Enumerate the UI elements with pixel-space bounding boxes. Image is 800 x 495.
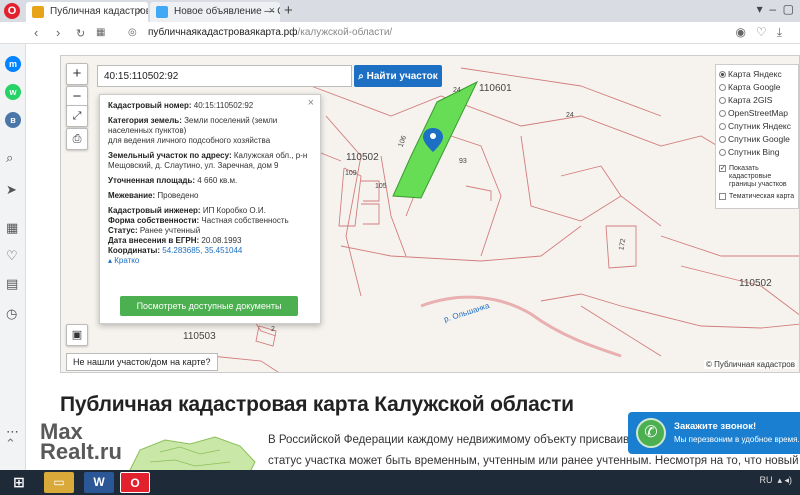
history-icon[interactable]: ◷ bbox=[6, 306, 17, 322]
tab-new-ad[interactable]: Новое объявление — Об × bbox=[150, 2, 280, 22]
parcel-info-card: × Кадастровый номер: 40:15:110502:92 Кат… bbox=[99, 94, 321, 324]
browser-tab-bar: O Публичная кадастровая к × Новое объявл… bbox=[0, 0, 800, 22]
watermark-logo: Max Realt.ru bbox=[40, 419, 122, 464]
layer-google-map[interactable]: Карта Google bbox=[719, 82, 795, 95]
speed-dial-icon[interactable]: ▦ bbox=[96, 27, 105, 38]
land-use: для ведения личного подсобного хозяйства bbox=[108, 136, 271, 145]
new-tab-button[interactable]: + bbox=[284, 2, 293, 19]
view-documents-button[interactable]: Посмотреть доступные документы bbox=[120, 296, 298, 316]
address-bar: ‹ › ↻ ▦ ◎ публичнаякадастроваякарта.рф/к… bbox=[0, 22, 800, 44]
file-explorer-icon[interactable]: ▭ bbox=[44, 472, 74, 493]
callback-subtitle: Мы перезвоним в удобное время. bbox=[674, 435, 800, 444]
map-favicon-icon bbox=[32, 6, 44, 18]
layer-yandex-satellite[interactable]: Спутник Яндекс bbox=[719, 121, 795, 134]
parcel-area: 4 660 кв.м. bbox=[197, 176, 238, 185]
print-icon[interactable]: ⎙ bbox=[66, 128, 88, 150]
search-icon: ⌕ bbox=[358, 70, 364, 82]
system-tray: RU ▴ ◂) bbox=[759, 475, 792, 485]
tab-title: Новое объявление — Об bbox=[174, 6, 280, 17]
show-borders-checkbox[interactable]: ✓ Показать кадастровые границы участков bbox=[719, 165, 795, 189]
scroll-up-icon[interactable]: ⌃ bbox=[5, 436, 16, 452]
intro-paragraph-line: статус участка может быть временным, учт… bbox=[268, 455, 800, 467]
close-tab-icon[interactable]: × bbox=[269, 5, 275, 17]
download-icon: ⤓ bbox=[776, 25, 792, 39]
word-icon[interactable]: W bbox=[84, 472, 114, 493]
browser-sidebar: m w в ⌕ ➤ ▦ ♡ ▤ ◷ ⋯ bbox=[0, 44, 26, 470]
url-field[interactable]: публичнаякадастроваякарта.рф/калужской-о… bbox=[148, 27, 392, 38]
globe-icon: ◎ bbox=[128, 27, 137, 38]
heart-icon[interactable]: ♡ bbox=[6, 248, 18, 264]
egrn-date: 20.08.1993 bbox=[201, 236, 242, 245]
layer-osm[interactable]: OpenStreetMap bbox=[719, 108, 795, 121]
back-icon[interactable]: ‹ bbox=[34, 25, 38, 40]
speed-dial-icon[interactable]: ▦ bbox=[6, 220, 18, 236]
map-label: 109 bbox=[345, 170, 357, 177]
map-label: 24 bbox=[566, 112, 574, 119]
collapse-link[interactable]: ▴ Кратко bbox=[108, 256, 312, 266]
camera-icon: ◉ bbox=[735, 25, 756, 39]
news-icon[interactable]: ▤ bbox=[6, 276, 18, 292]
ownership-form: Частная собственность bbox=[201, 216, 289, 225]
avito-favicon-icon bbox=[156, 6, 168, 18]
close-tab-icon[interactable]: × bbox=[137, 5, 143, 17]
zoom-in-button[interactable]: + bbox=[66, 63, 88, 85]
start-icon[interactable]: ⊞ bbox=[4, 472, 34, 493]
address-actions[interactable]: ◉♡⤓ bbox=[735, 25, 792, 40]
cadastral-number: 40:15:110502:92 bbox=[193, 101, 254, 110]
map-label: 110601 bbox=[479, 83, 512, 94]
phone-icon: ✆ bbox=[636, 418, 666, 448]
map-copyright[interactable]: © Публичная кадастров bbox=[704, 360, 797, 369]
survey-status: Проведено bbox=[157, 191, 199, 200]
os-taskbar: ⊞ ▭ W O RU ▴ ◂) bbox=[0, 470, 800, 495]
layer-bing-satellite[interactable]: Спутник Bing bbox=[719, 147, 795, 160]
layer-google-satellite[interactable]: Спутник Google bbox=[719, 134, 795, 147]
tab-cadastral-map[interactable]: Публичная кадастровая к × bbox=[26, 2, 148, 22]
cadastral-search-input[interactable] bbox=[97, 65, 352, 87]
heart-icon: ♡ bbox=[755, 25, 777, 39]
map-label: 110503 bbox=[183, 331, 216, 342]
map-label: 110502 bbox=[739, 278, 772, 289]
layer-switcher: Карта Яндекс Карта Google Карта 2GIS Ope… bbox=[715, 64, 799, 209]
tab-title: Публичная кадастровая к bbox=[50, 6, 148, 17]
opera-icon[interactable]: O bbox=[120, 472, 150, 493]
region-map-thumbnail bbox=[129, 436, 256, 472]
callback-title: Закажите звонок! bbox=[674, 421, 757, 432]
fullscreen-icon[interactable]: ⤢ bbox=[66, 105, 88, 127]
map-label: 93 bbox=[459, 158, 467, 165]
messenger-icon[interactable]: m bbox=[5, 56, 21, 72]
forward-icon[interactable]: › bbox=[56, 25, 60, 40]
reload-icon[interactable]: ↻ bbox=[76, 27, 85, 40]
map-label: 2 bbox=[271, 326, 275, 333]
not-found-button[interactable]: Не нашли участок/дом на карте? bbox=[66, 353, 218, 371]
layer-2gis-map[interactable]: Карта 2GIS bbox=[719, 95, 795, 108]
registry-status: Ранее учтенный bbox=[139, 226, 201, 235]
close-icon[interactable]: × bbox=[308, 98, 314, 109]
cadastral-map[interactable]: 110601 110502 110502 110503 24 93 106 10… bbox=[60, 55, 800, 373]
thematic-map-checkbox[interactable]: Тематическая карта bbox=[719, 193, 795, 201]
coordinates-link[interactable]: 54.283685, 35.451044 bbox=[162, 246, 242, 255]
send-icon[interactable]: ➤ bbox=[6, 182, 17, 198]
find-parcel-button[interactable]: ⌕ Найти участок bbox=[354, 65, 442, 87]
intro-paragraph-line: В Российской Федерации каждому недвижимо… bbox=[268, 434, 636, 446]
map-label: 105 bbox=[375, 183, 387, 190]
layer-yandex-map[interactable]: Карта Яндекс bbox=[719, 69, 795, 82]
callback-widget[interactable]: ✆ Закажите звонок! Мы перезвоним в удобн… bbox=[628, 412, 800, 454]
vk-icon[interactable]: в bbox=[5, 112, 21, 128]
map-label: 110502 bbox=[346, 152, 379, 163]
opera-menu-icon[interactable]: O bbox=[4, 3, 20, 19]
select-area-icon[interactable]: ▣ bbox=[66, 324, 88, 346]
window-controls[interactable]: ▾ – ▢ bbox=[757, 2, 794, 16]
whatsapp-icon[interactable]: w bbox=[5, 84, 21, 100]
cadastral-engineer: ИП Коробко О.И. bbox=[202, 206, 266, 215]
search-icon[interactable]: ⌕ bbox=[6, 150, 13, 166]
page-title: Публичная кадастровая карта Калужской об… bbox=[60, 393, 574, 416]
map-label: 24 bbox=[453, 87, 461, 94]
